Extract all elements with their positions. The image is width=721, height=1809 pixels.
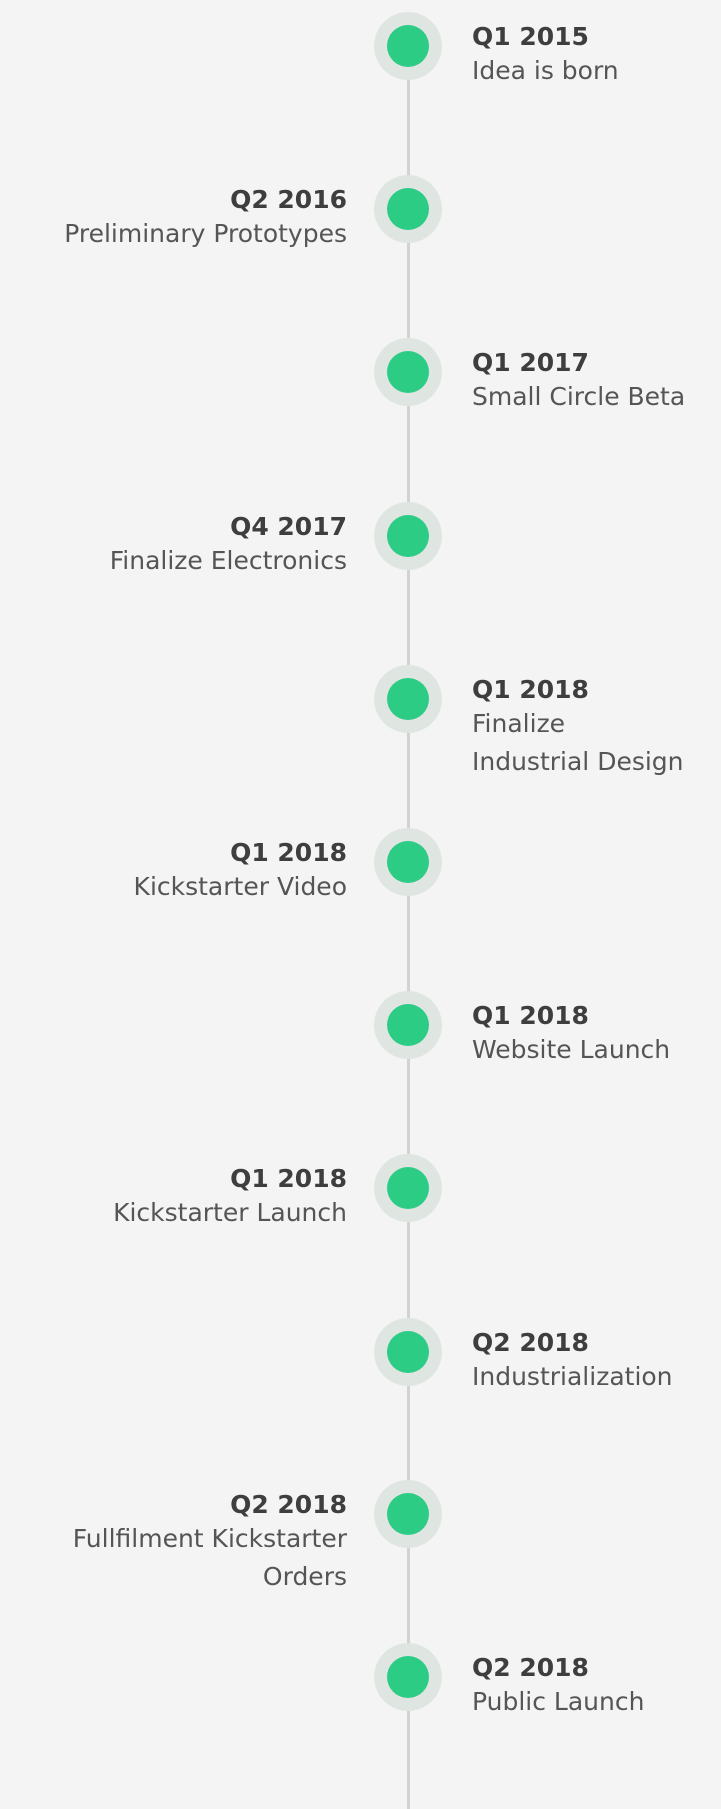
event-date: Q1 2018 — [472, 675, 589, 704]
event-label: Q2 2018 Fullfilment Kickstarter Orders — [73, 1490, 347, 1596]
event-title: Industrial Design — [472, 747, 684, 776]
event-label: Q1 2018 Kickstarter Launch — [113, 1164, 347, 1232]
event-label: Q1 2015 Idea is born — [472, 22, 619, 90]
milestone-marker — [374, 991, 442, 1059]
event-title: Industrialization — [472, 1362, 673, 1391]
milestone-dot-icon — [387, 188, 429, 230]
milestone-marker — [374, 338, 442, 406]
milestone-marker — [374, 1643, 442, 1711]
milestone-dot-icon — [387, 25, 429, 67]
event-label: Q1 2018 Website Launch — [472, 1001, 670, 1069]
event-date: Q2 2018 — [230, 1490, 347, 1519]
event-title: Idea is born — [472, 56, 619, 85]
milestone-marker — [374, 12, 442, 80]
event-label: Q4 2017 Finalize Electronics — [110, 512, 347, 580]
event-label: Q1 2018 Kickstarter Video — [134, 838, 347, 906]
event-date: Q2 2016 — [230, 185, 347, 214]
timeline: Q1 2015 Idea is born Q2 2016 Preliminary… — [0, 0, 721, 1809]
milestone-marker — [374, 665, 442, 733]
milestone-dot-icon — [387, 515, 429, 557]
milestone-marker — [374, 1318, 442, 1386]
milestone-marker — [374, 1154, 442, 1222]
event-date: Q1 2018 — [230, 1164, 347, 1193]
event-date: Q1 2018 — [230, 838, 347, 867]
milestone-dot-icon — [387, 1331, 429, 1373]
event-label: Q1 2017 Small Circle Beta — [472, 348, 685, 416]
milestone-dot-icon — [387, 1656, 429, 1698]
event-title: Kickstarter Launch — [113, 1198, 347, 1227]
milestone-marker — [374, 828, 442, 896]
event-title: Finalize — [472, 709, 566, 738]
event-title: Finalize Electronics — [109, 546, 347, 575]
event-date: Q1 2015 — [472, 22, 589, 51]
event-date: Q1 2018 — [472, 1001, 589, 1030]
milestone-dot-icon — [387, 1004, 429, 1046]
event-date: Q4 2017 — [230, 512, 347, 541]
milestone-dot-icon — [387, 1493, 429, 1535]
milestone-dot-icon — [387, 841, 429, 883]
milestone-marker — [374, 1480, 442, 1548]
event-title: Website Launch — [472, 1035, 671, 1064]
event-title: Kickstarter Video — [133, 872, 347, 901]
milestone-marker — [374, 175, 442, 243]
event-label: Q1 2018 Finalize Industrial Design — [472, 675, 684, 781]
event-label: Q2 2016 Preliminary Prototypes — [64, 185, 347, 253]
milestone-dot-icon — [387, 678, 429, 720]
milestone-marker — [374, 502, 442, 570]
event-title: Small Circle Beta — [472, 382, 686, 411]
milestone-dot-icon — [387, 1167, 429, 1209]
milestone-dot-icon — [387, 351, 429, 393]
event-label: Q2 2018 Industrialization — [472, 1328, 673, 1396]
event-label: Q2 2018 Public Launch — [472, 1653, 644, 1721]
event-title: Preliminary Prototypes — [64, 219, 347, 248]
event-date: Q1 2017 — [472, 348, 589, 377]
event-date: Q2 2018 — [472, 1328, 589, 1357]
event-title: Public Launch — [472, 1687, 645, 1716]
event-title: Fullfilment Kickstarter — [72, 1524, 347, 1553]
event-date: Q2 2018 — [472, 1653, 589, 1682]
event-title: Orders — [262, 1562, 347, 1591]
